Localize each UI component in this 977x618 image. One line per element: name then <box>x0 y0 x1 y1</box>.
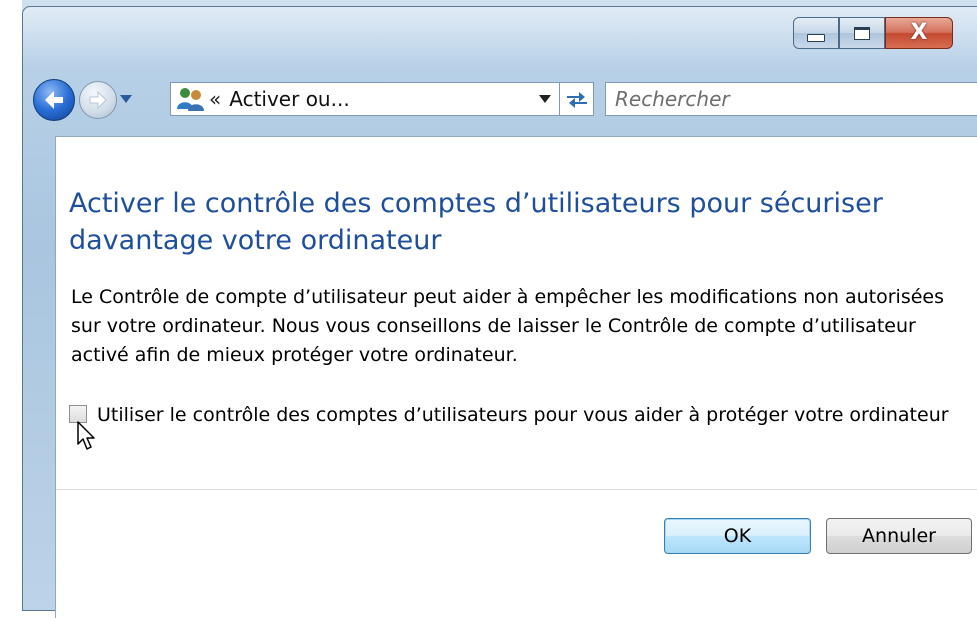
refresh-button[interactable] <box>560 82 594 116</box>
divider <box>56 489 977 490</box>
content-pane: Activer le contrôle des comptes d’utilis… <box>55 136 977 618</box>
user-accounts-icon <box>177 88 204 111</box>
address-bar[interactable]: « Activer ou... <box>170 82 560 116</box>
description-text: Le Contrôle de compte d’utilisateur peut… <box>71 286 945 366</box>
caption-buttons: X <box>793 17 953 49</box>
maximize-icon <box>854 26 870 40</box>
search-input[interactable]: Rechercher <box>605 82 977 116</box>
page-title: Activer le contrôle des comptes d’utilis… <box>69 188 883 256</box>
address-dropdown-button[interactable] <box>530 83 559 115</box>
breadcrumb-text[interactable]: Activer ou... <box>229 87 530 111</box>
recent-pages-button[interactable] <box>119 92 133 106</box>
maximize-button[interactable] <box>839 17 885 49</box>
cancel-button[interactable]: Annuler <box>826 518 972 554</box>
chevron-down-icon <box>539 95 551 103</box>
minimize-button[interactable] <box>793 17 839 49</box>
forward-button[interactable] <box>79 81 117 119</box>
forward-arrow-icon <box>89 90 107 110</box>
breadcrumb-overflow-icon[interactable]: « <box>209 87 221 111</box>
minimize-icon <box>807 34 825 42</box>
chevron-down-icon <box>120 95 132 103</box>
mouse-cursor-icon <box>77 421 95 450</box>
refresh-icon <box>566 92 587 108</box>
desktop-edge <box>0 0 22 611</box>
close-icon: X <box>910 20 928 45</box>
back-arrow-icon <box>45 91 63 109</box>
uac-checkbox-label[interactable]: Utiliser le contrôle des comptes d’utili… <box>97 401 957 430</box>
back-button[interactable] <box>33 79 75 121</box>
navigation-bar: « Activer ou... Rechercher <box>33 77 977 123</box>
ok-button[interactable]: OK <box>664 518 811 554</box>
close-button[interactable]: X <box>885 17 953 49</box>
control-panel-window: X « Activer ou... Rechercher Activer le … <box>22 6 977 618</box>
